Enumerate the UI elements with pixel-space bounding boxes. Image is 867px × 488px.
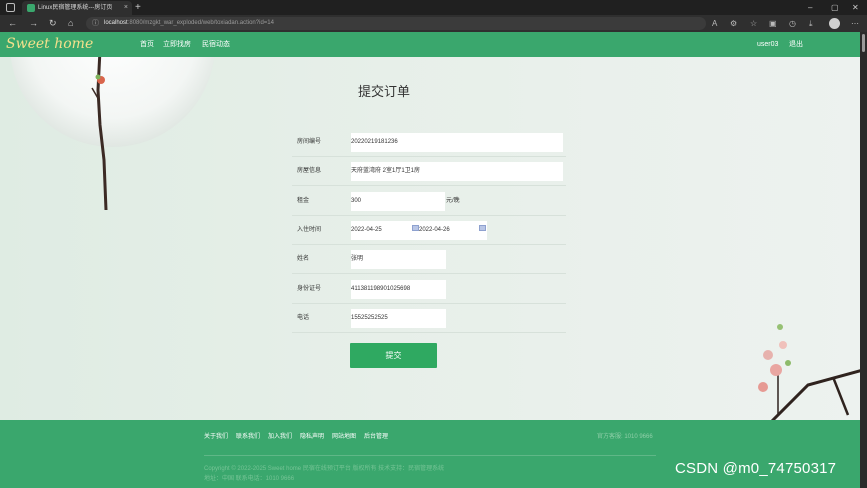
end-calendar-icon[interactable]	[479, 225, 486, 231]
rent-unit: 元/晚	[446, 198, 460, 204]
name-label: 姓名	[297, 256, 310, 262]
nav-home-link[interactable]: 首页	[140, 32, 154, 57]
decorative-branch-image	[91, 50, 108, 210]
form-row-room-number: 房间编号 20220219181236	[292, 128, 566, 157]
forward-icon[interactable]: →	[29, 15, 38, 32]
site-logo[interactable]: Sweet home	[6, 34, 93, 54]
minimize-button[interactable]: –	[808, 0, 812, 15]
site-info-icon[interactable]: ⓘ	[92, 17, 99, 30]
favorite-star-icon[interactable]: ☆	[750, 15, 757, 32]
close-window-button[interactable]: ✕	[852, 0, 859, 15]
new-tab-button[interactable]: +	[135, 0, 141, 15]
form-row-rent: 租金 300 元/晚	[292, 187, 566, 216]
id-number-label: 身份证号	[297, 286, 322, 292]
reload-icon[interactable]: ↻	[49, 15, 57, 32]
form-row-name: 姓名 张明	[292, 245, 566, 274]
page-scrollbar[interactable]	[860, 32, 867, 488]
decorative-flower-branch-image	[758, 324, 860, 425]
more-menu-icon[interactable]: ⋯	[851, 15, 859, 32]
form-row-house-info: 房屋信息 天府蓝湾府 2室1厅1卫1房	[292, 157, 566, 186]
form-row-checkin-date: 入住时间 2022-04-25 2022-04-26	[292, 216, 566, 245]
footer-join-link[interactable]: 加入我们	[268, 429, 292, 445]
history-icon[interactable]: ◷	[789, 15, 796, 32]
site-favicon-icon	[27, 4, 35, 12]
download-icon[interactable]: ⤓	[809, 15, 813, 32]
phone-input[interactable]: 15525252525	[351, 309, 446, 328]
nav-find-room-link[interactable]: 立即找房	[163, 32, 191, 57]
footer-about-link[interactable]: 关于我们	[204, 429, 228, 445]
id-number-input[interactable]: 411381198901025698	[351, 280, 446, 299]
browser-tab[interactable]: Linux民宿管理系统---房订页 ×	[22, 1, 132, 15]
footer-privacy-link[interactable]: 隐私声明	[300, 429, 324, 445]
url-field[interactable]: ⓘ localhost:8080/mzgkt_war_exploded/web/…	[86, 17, 706, 30]
copyright-line-2: 地址：中国 联系电话：1010 9666	[204, 476, 295, 482]
maximize-button[interactable]: ▢	[831, 0, 839, 15]
room-number-input[interactable]: 20220219181236	[351, 133, 563, 152]
window-menu-icon[interactable]	[6, 3, 15, 12]
official-hotline: 官方客服: 1010 9666	[597, 434, 653, 440]
form-row-id-number: 身份证号 411381198901025698	[292, 275, 566, 304]
browser-tab-bar: Linux民宿管理系统---房订页 × + – ▢ ✕	[0, 0, 867, 15]
footer-divider	[204, 455, 656, 456]
address-bar-row: ← → ↻ ⌂ ⓘ localhost:8080/mzgkt_war_explo…	[0, 15, 867, 32]
home-icon[interactable]: ⌂	[68, 15, 73, 32]
back-icon[interactable]: ←	[8, 15, 17, 32]
house-info-input[interactable]: 天府蓝湾府 2室1厅1卫1房	[351, 162, 563, 181]
page-viewport: Sweet home 首页 立即找房 民宿动态 user03 退出 提交订单 房…	[0, 32, 860, 488]
footer-admin-link[interactable]: 后台管理	[364, 429, 388, 445]
csdn-watermark: CSDN @m0_74750317	[675, 460, 837, 477]
collections-icon[interactable]: ▣	[769, 15, 777, 32]
copyright-line-1: Copyright © 2022-2025 Sweet home 民宿在线预订平…	[204, 466, 445, 472]
submit-button[interactable]: 提交	[350, 343, 437, 368]
user-name-link[interactable]: user03	[757, 32, 778, 57]
logout-link[interactable]: 退出	[789, 32, 803, 57]
url-path: :8080/mzgkt_war_exploded/web/toxiadan.ac…	[127, 20, 274, 26]
nav-news-link[interactable]: 民宿动态	[202, 32, 230, 57]
checkin-end-input[interactable]: 2022-04-26	[419, 221, 479, 240]
tab-title: Linux民宿管理系统---房订页	[38, 5, 113, 11]
room-number-label: 房间编号	[297, 139, 322, 145]
scrollbar-thumb[interactable]	[862, 34, 865, 52]
rent-input[interactable]: 300	[351, 192, 445, 211]
checkin-start-input[interactable]: 2022-04-25	[351, 221, 411, 240]
browser-profile-avatar[interactable]	[829, 18, 840, 29]
form-row-phone: 电话 15525252525	[292, 304, 566, 333]
house-info-label: 房屋信息	[297, 168, 322, 174]
footer-contact-link[interactable]: 联系我们	[236, 429, 260, 445]
name-input[interactable]: 张明	[351, 250, 446, 269]
read-aloud-icon[interactable]: A	[712, 15, 717, 32]
rent-label: 租金	[297, 198, 310, 204]
phone-label: 电话	[297, 315, 310, 321]
tab-close-icon[interactable]: ×	[124, 1, 128, 15]
page-title: 提交订单	[358, 84, 411, 99]
site-header: Sweet home 首页 立即找房 民宿动态 user03 退出	[0, 32, 860, 57]
url-host: localhost	[104, 20, 128, 26]
start-calendar-icon[interactable]	[412, 225, 419, 231]
footer-sitemap-link[interactable]: 网站地图	[332, 429, 356, 445]
extension-icon[interactable]: ⚙	[730, 15, 737, 32]
checkin-date-label: 入住时间	[297, 227, 322, 233]
